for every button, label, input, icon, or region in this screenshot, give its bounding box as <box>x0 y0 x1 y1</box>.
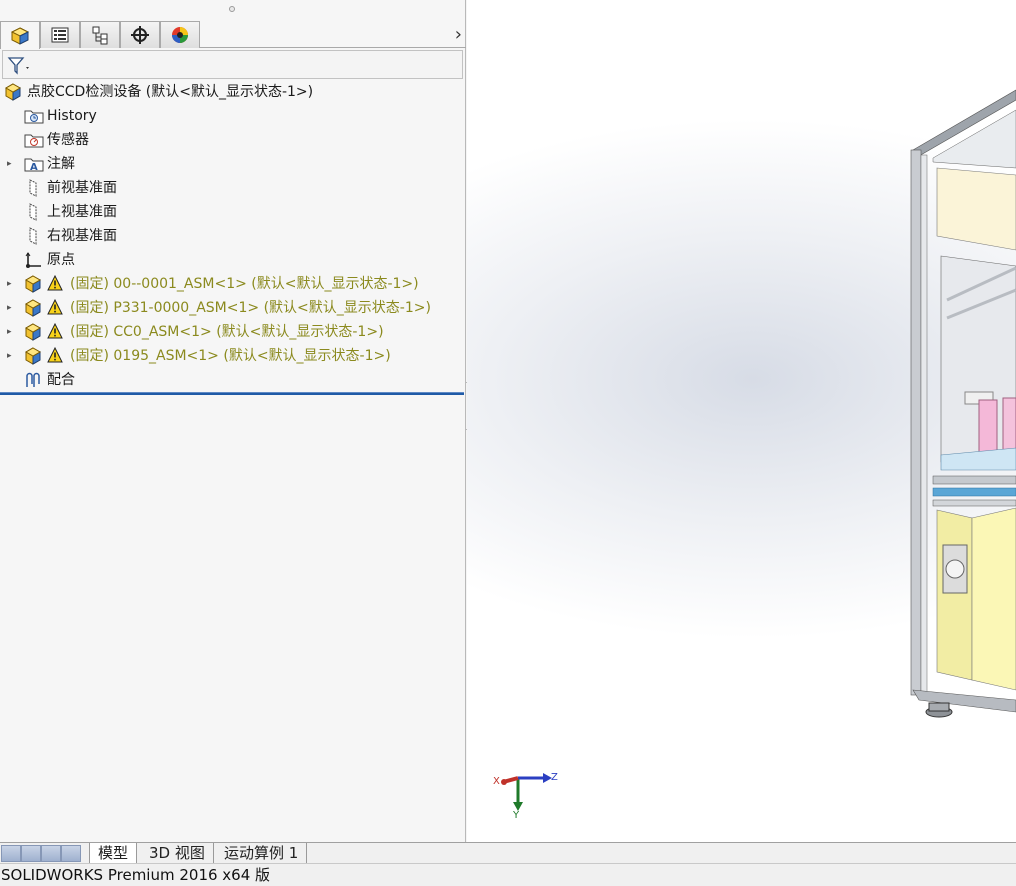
tree-root-assembly[interactable]: 点胶CCD检测设备 (默认<默认_显示状态-1>) <box>4 80 313 104</box>
tab-model[interactable]: 模型 <box>89 843 138 864</box>
expand-arrow-icon[interactable]: ▸ <box>7 328 15 337</box>
graphics-viewport[interactable]: X Y Z <box>467 0 1016 842</box>
next-tab-nav-button[interactable] <box>41 845 61 862</box>
feature-manager-panel: › 点胶CCD检测设备 (默认<默认_显示状态-1>) History 传感器 … <box>0 0 466 842</box>
displaymanager-tab[interactable] <box>160 21 200 48</box>
tree-item-origin[interactable]: 原点 <box>24 248 75 272</box>
tree-root-label: 点胶CCD检测设备 (默认<默认_显示状态-1>) <box>27 84 314 100</box>
tree-item-top-plane[interactable]: 上视基准面 <box>24 200 117 224</box>
plane-icon <box>24 227 42 245</box>
tree-item-sensors[interactable]: 传感器 <box>24 128 89 152</box>
propertymanager-tab[interactable] <box>40 21 80 48</box>
warning-icon <box>47 274 65 293</box>
expand-arrow-icon[interactable]: ▸ <box>7 160 15 169</box>
prev-tab-nav-button[interactable] <box>21 845 41 862</box>
first-tab-nav-button[interactable] <box>1 845 21 862</box>
tree-item-annotations[interactable]: A 注解 <box>24 152 75 176</box>
tree-item-front-plane[interactable]: 前视基准面 <box>24 176 117 200</box>
tree-item-label: 传感器 <box>47 132 89 148</box>
sensors-folder-icon <box>24 131 44 149</box>
warning-icon <box>47 322 65 341</box>
subassembly-icon <box>24 323 42 341</box>
tree-item-label: 右视基准面 <box>47 228 117 244</box>
featuremanager-tab[interactable] <box>0 21 40 49</box>
last-tab-nav-button[interactable] <box>61 845 81 862</box>
subassembly-icon <box>24 347 42 365</box>
expand-arrow-icon[interactable]: ▸ <box>7 280 15 289</box>
displaymanager-icon <box>172 27 188 43</box>
status-bar-text: SOLIDWORKS Premium 2016 x64 版 <box>1 866 271 884</box>
tree-filter-field[interactable] <box>2 50 463 79</box>
warning-icon <box>47 346 65 365</box>
plane-icon <box>24 203 42 221</box>
propertymanager-icon <box>51 27 69 43</box>
dimxpert-tab[interactable] <box>120 21 160 48</box>
reference-triad: X Y Z <box>491 766 561 822</box>
origin-icon <box>24 251 42 269</box>
tree-item-label: (固定) P331-0000_ASM<1> (默认<默认_显示状态-1>) <box>70 300 431 316</box>
triad-z-label: Z <box>551 772 558 783</box>
tree-item-subassembly-3[interactable]: (固定) CC0_ASM<1> (默认<默认_显示状态-1>) <box>24 320 384 344</box>
warning-icon <box>47 298 65 317</box>
svg-text:A: A <box>30 162 38 173</box>
tree-item-subassembly-2[interactable]: (固定) P331-0000_ASM<1> (默认<默认_显示状态-1>) <box>24 296 431 320</box>
tree-item-right-plane[interactable]: 右视基准面 <box>24 224 117 248</box>
tree-item-label: (固定) 00--0001_ASM<1> (默认<默认_显示状态-1>) <box>70 276 419 292</box>
tree-item-label: 注解 <box>47 156 75 172</box>
subassembly-icon <box>24 299 42 317</box>
panel-more-chevron-icon[interactable]: › <box>455 24 462 45</box>
history-folder-icon <box>24 107 44 125</box>
configurationmanager-tab[interactable] <box>80 21 120 48</box>
filter-icon <box>7 57 29 75</box>
panel-grip[interactable] <box>229 6 235 12</box>
tree-item-label: (固定) 0195_ASM<1> (默认<默认_显示状态-1>) <box>70 348 391 364</box>
tree-item-subassembly-1[interactable]: (固定) 00--0001_ASM<1> (默认<默认_显示状态-1>) <box>24 272 419 296</box>
tab-motion-study-1[interactable]: 运动算例 1 <box>216 843 308 864</box>
expand-arrow-icon[interactable]: ▸ <box>7 352 15 361</box>
tree-item-subassembly-4[interactable]: (固定) 0195_ASM<1> (默认<默认_显示状态-1>) <box>24 344 391 368</box>
triad-y-label: Y <box>513 810 520 821</box>
tree-item-label: History <box>47 108 97 124</box>
tree-item-history[interactable]: History <box>24 104 97 128</box>
machine-model-render <box>910 89 1016 718</box>
status-bar: SOLIDWORKS Premium 2016 x64 版 <box>0 863 1016 886</box>
tree-item-label: 配合 <box>47 372 75 388</box>
tab-3d-views[interactable]: 3D 视图 <box>141 843 214 864</box>
configurationmanager-icon <box>92 26 108 45</box>
tree-item-mates[interactable]: 配合 <box>24 368 75 392</box>
panel-tab-strip: › <box>0 20 466 49</box>
triad-x-label: X <box>493 776 500 787</box>
rollback-bar[interactable] <box>0 392 464 395</box>
subassembly-icon <box>24 275 42 293</box>
expand-arrow-icon[interactable]: ▸ <box>7 304 15 313</box>
featuremanager-icon <box>10 26 30 45</box>
dimxpert-icon <box>131 26 149 44</box>
mates-icon <box>24 371 42 389</box>
assembly-icon <box>4 83 22 101</box>
tree-item-label: 原点 <box>47 252 75 268</box>
annotations-folder-icon: A <box>24 155 44 173</box>
tree-item-label: (固定) CC0_ASM<1> (默认<默认_显示状态-1>) <box>70 324 384 340</box>
bottom-tab-bar: 模型 3D 视图 运动算例 1 <box>0 842 1016 864</box>
tree-item-label: 前视基准面 <box>47 180 117 196</box>
tree-item-label: 上视基准面 <box>47 204 117 220</box>
plane-icon <box>24 179 42 197</box>
